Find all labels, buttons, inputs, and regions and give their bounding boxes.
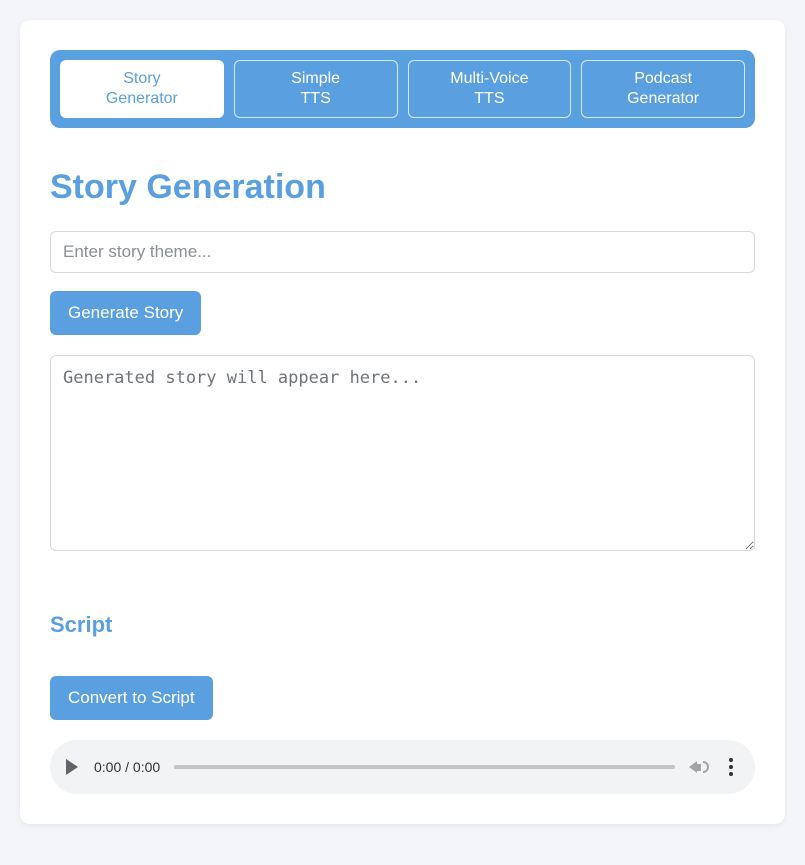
- audio-time: 0:00 / 0:00: [94, 759, 160, 775]
- audio-menu-button[interactable]: [723, 754, 739, 780]
- audio-progress-track[interactable]: [174, 765, 675, 769]
- tab-label: SimpleTTS: [245, 69, 387, 109]
- story-theme-input[interactable]: [50, 231, 755, 273]
- tabs-bar: StoryGenerator SimpleTTS Multi-VoiceTTS …: [50, 50, 755, 128]
- convert-to-script-button[interactable]: Convert to Script: [50, 676, 213, 720]
- page-title: Story Generation: [50, 168, 755, 207]
- audio-total-time: 0:00: [133, 759, 160, 775]
- audio-player[interactable]: 0:00 / 0:00: [50, 740, 755, 794]
- tab-multi-voice-tts[interactable]: Multi-VoiceTTS: [408, 60, 572, 118]
- volume-icon[interactable]: [689, 761, 709, 773]
- audio-current-time: 0:00: [94, 759, 121, 775]
- tab-label: PodcastGenerator: [592, 69, 734, 109]
- tab-label: Multi-VoiceTTS: [419, 69, 561, 109]
- main-card: StoryGenerator SimpleTTS Multi-VoiceTTS …: [20, 20, 785, 824]
- tab-label: StoryGenerator: [71, 69, 213, 109]
- generate-story-button[interactable]: Generate Story: [50, 291, 201, 335]
- story-output-textarea[interactable]: [50, 355, 755, 551]
- tab-story-generator[interactable]: StoryGenerator: [60, 60, 224, 118]
- tab-podcast-generator[interactable]: PodcastGenerator: [581, 60, 745, 118]
- script-section-title: Script: [50, 612, 755, 638]
- tab-simple-tts[interactable]: SimpleTTS: [234, 60, 398, 118]
- play-icon[interactable]: [66, 759, 78, 775]
